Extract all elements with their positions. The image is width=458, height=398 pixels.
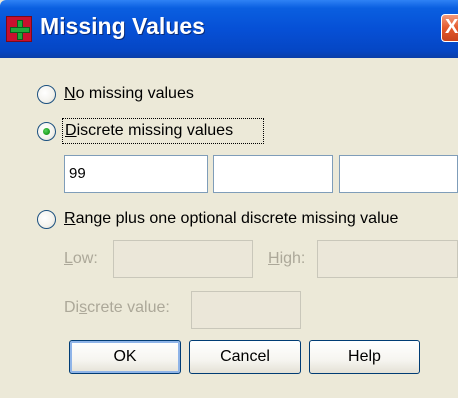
discrete-value-1[interactable]: 99 <box>64 155 208 193</box>
label-high: High: <box>268 250 306 267</box>
discrete-value-2[interactable] <box>213 155 333 193</box>
discrete-value-input[interactable] <box>191 291 301 329</box>
title-bar[interactable]: Missing Values X <box>0 0 458 58</box>
label-discrete-value: Discrete value: <box>64 299 170 316</box>
label-discrete-missing-values[interactable]: Discrete missing values <box>65 122 233 140</box>
low-input[interactable] <box>113 240 253 278</box>
radio-discrete-missing-values[interactable] <box>37 122 56 141</box>
discrete-value-3[interactable] <box>339 155 458 193</box>
radio-no-missing-values[interactable] <box>37 85 56 104</box>
label-no-missing-values[interactable]: No missing values <box>64 85 194 103</box>
ok-button[interactable]: OK <box>69 340 181 374</box>
radio-selected-dot <box>43 128 50 135</box>
close-button[interactable]: X <box>441 14 458 42</box>
high-input[interactable] <box>317 240 458 278</box>
close-icon: X <box>445 16 458 38</box>
cancel-button[interactable]: Cancel <box>189 340 301 374</box>
label-low: Low: <box>64 250 98 267</box>
help-button[interactable]: Help <box>309 340 420 374</box>
radio-range-plus-discrete[interactable] <box>37 210 56 229</box>
app-icon <box>6 16 32 42</box>
label-range-plus-discrete[interactable]: Range plus one optional discrete missing… <box>64 210 398 228</box>
window-title: Missing Values <box>40 13 205 39</box>
